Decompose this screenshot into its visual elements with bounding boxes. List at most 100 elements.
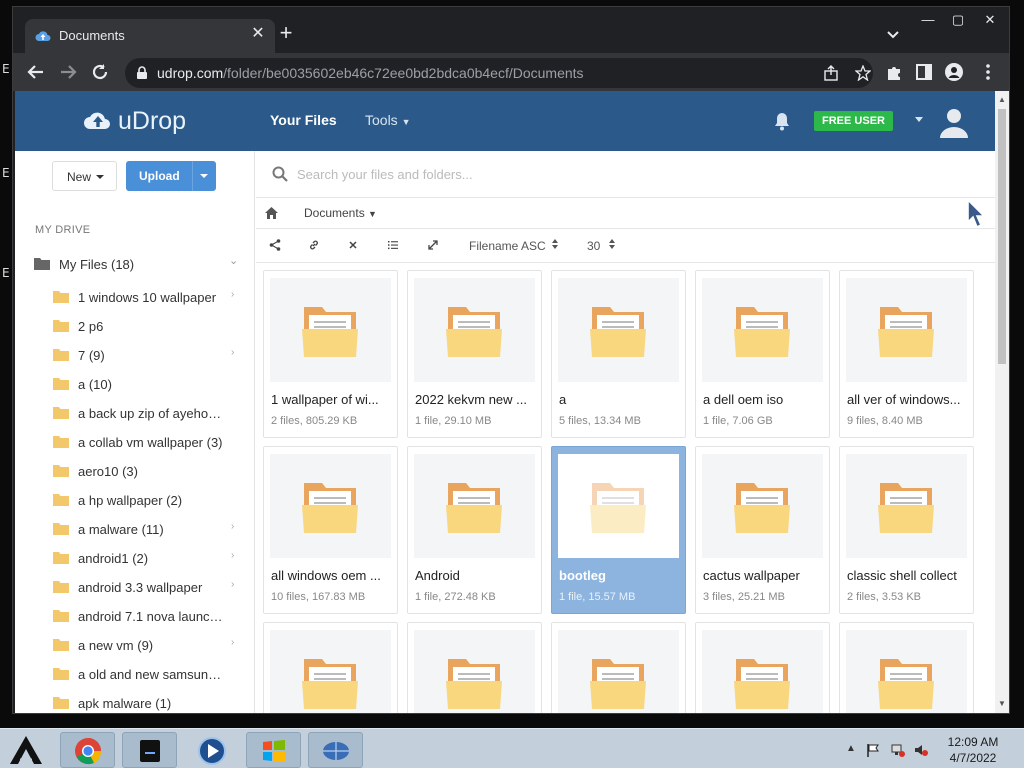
- network-disconnected-icon[interactable]: [891, 743, 905, 757]
- more-menu-icon[interactable]: [979, 63, 997, 81]
- folder-card[interactable]: Android 1 file, 272.48 KB: [407, 446, 542, 614]
- list-view-icon[interactable]: [387, 239, 399, 251]
- sidebar-folder-item[interactable]: apk malware (1): [53, 690, 251, 713]
- sidebar-folder-item[interactable]: a hp wallpaper (2): [53, 487, 251, 513]
- chevron-right-icon[interactable]: ›: [231, 550, 234, 561]
- show-hidden-icons-icon[interactable]: ▲: [846, 743, 860, 757]
- new-button[interactable]: New: [52, 161, 117, 191]
- folder-thumbnail: [270, 630, 391, 713]
- nav-tools[interactable]: Tools ▼: [365, 112, 411, 128]
- site-logo[interactable]: uDrop: [118, 107, 186, 136]
- folder-card[interactable]: 1 wallpaper of wi... 2 files, 805.29 KB: [263, 270, 398, 438]
- page-scrollbar[interactable]: ▲ ▼: [995, 91, 1009, 713]
- sidebar-folder-item[interactable]: a new vm (9) ›: [53, 632, 251, 658]
- upload-split-divider: [192, 161, 193, 191]
- back-arrow-icon[interactable]: [25, 61, 47, 83]
- share-icon[interactable]: [823, 65, 839, 81]
- profile-icon[interactable]: [945, 63, 963, 81]
- side-panel-icon[interactable]: [915, 63, 933, 81]
- taskbar-chrome[interactable]: [60, 732, 115, 768]
- chevron-right-icon[interactable]: ›: [231, 521, 234, 532]
- action-center-flag-icon[interactable]: [866, 743, 880, 757]
- per-page-updown-icon[interactable]: [609, 238, 615, 250]
- bookmark-star-icon[interactable]: [855, 65, 871, 81]
- sidebar-folder-item[interactable]: a collab vm wallpaper (3): [53, 429, 251, 455]
- browser-tab[interactable]: Documents ✕: [25, 19, 275, 53]
- sort-dropdown[interactable]: Filename ASC: [469, 239, 546, 253]
- upload-button-label: Upload: [139, 169, 180, 183]
- minimize-icon[interactable]: —: [913, 9, 943, 31]
- chevron-right-icon[interactable]: ›: [231, 347, 234, 358]
- chevron-down-icon[interactable]: ⌄: [229, 254, 238, 267]
- folder-card[interactable]: classic shell collect 2 files, 3.53 KB: [839, 446, 974, 614]
- forward-arrow-icon[interactable]: [57, 61, 79, 83]
- sidebar-folder-item[interactable]: a malware (11) ›: [53, 516, 251, 542]
- tab-search-chevron-icon[interactable]: [885, 27, 901, 43]
- folder-card-name: classic shell collect: [847, 568, 957, 583]
- url-path: /folder/be0035602eb46c72ee0bd2bdca0b4ecf…: [223, 65, 584, 81]
- folder-card[interactable]: [551, 622, 686, 713]
- folder-card[interactable]: 2022 kekvm new ... 1 file, 29.10 MB: [407, 270, 542, 438]
- home-icon[interactable]: [265, 207, 278, 219]
- folder-card[interactable]: a 5 files, 13.34 MB: [551, 270, 686, 438]
- fullscreen-expand-icon[interactable]: [427, 239, 439, 251]
- scrollbar-thumb[interactable]: [998, 109, 1006, 364]
- taskbar-drive-app[interactable]: [122, 732, 177, 768]
- sidebar-folder-item[interactable]: android1 (2) ›: [53, 545, 251, 571]
- folder-card[interactable]: all windows oem ... 10 files, 167.83 MB: [263, 446, 398, 614]
- tree-root-my-files[interactable]: My Files (18) ⌄: [33, 254, 247, 274]
- sidebar-folder-item[interactable]: a (10): [53, 371, 251, 397]
- close-icon[interactable]: [347, 239, 359, 251]
- new-tab-button[interactable]: +: [275, 22, 297, 45]
- taskbar-network-app[interactable]: [308, 732, 363, 768]
- folder-card[interactable]: cactus wallpaper 3 files, 25.21 MB: [695, 446, 830, 614]
- start-button-logo-icon[interactable]: [6, 732, 46, 768]
- link-icon[interactable]: [308, 239, 320, 251]
- sidebar-folder-item[interactable]: 7 (9) ›: [53, 342, 251, 368]
- sidebar-folder-item[interactable]: android 3.3 wallpaper ›: [53, 574, 251, 600]
- nav-your-files[interactable]: Your Files: [270, 112, 337, 128]
- avatar[interactable]: [937, 105, 971, 139]
- folder-card[interactable]: [263, 622, 398, 713]
- extensions-puzzle-icon[interactable]: [885, 63, 903, 81]
- sidebar-folder-item[interactable]: 2 p6: [53, 313, 251, 339]
- sidebar-folder-item[interactable]: a old and new samsung d: [53, 661, 251, 687]
- volume-muted-icon[interactable]: [914, 743, 928, 757]
- sidebar-folder-item[interactable]: a back up zip of ayehosting: [53, 400, 251, 426]
- free-user-badge[interactable]: FREE USER: [814, 111, 893, 131]
- chevron-right-icon[interactable]: ›: [231, 637, 234, 648]
- breadcrumb-current-folder[interactable]: Documents ▼: [304, 206, 377, 220]
- upload-options-caret-icon[interactable]: [200, 174, 208, 178]
- sidebar-folder-item[interactable]: aero10 (3): [53, 458, 251, 484]
- close-tab-icon[interactable]: ✕: [249, 25, 267, 43]
- sidebar-folder-label: a malware (11): [78, 522, 164, 537]
- folder-card[interactable]: all ver of windows... 9 files, 8.40 MB: [839, 270, 974, 438]
- address-bar[interactable]: udrop.com/folder/be0035602eb46c72ee0bd2b…: [125, 58, 873, 88]
- cloud-upload-icon[interactable]: [83, 107, 113, 133]
- lock-icon[interactable]: [135, 66, 149, 80]
- folder-card[interactable]: [695, 622, 830, 713]
- sidebar-folder-item[interactable]: android 7.1 nova launcher: [53, 603, 251, 629]
- search-input[interactable]: [297, 164, 697, 184]
- folder-card[interactable]: [407, 622, 542, 713]
- system-clock[interactable]: 12:09 AM 4/7/2022: [940, 734, 1006, 766]
- sort-updown-icon[interactable]: [552, 238, 558, 250]
- taskbar-media-player[interactable]: [184, 732, 239, 768]
- upload-button[interactable]: Upload: [126, 161, 216, 191]
- bell-icon[interactable]: [773, 111, 791, 131]
- share-icon[interactable]: [269, 239, 281, 251]
- chevron-right-icon[interactable]: ›: [231, 579, 234, 590]
- folder-card[interactable]: bootleg 1 file, 15.57 MB: [551, 446, 686, 614]
- folder-card[interactable]: a dell oem iso 1 file, 7.06 GB: [695, 270, 830, 438]
- reload-icon[interactable]: [89, 61, 111, 83]
- taskbar-explorer[interactable]: [246, 732, 301, 768]
- user-menu-caret-icon[interactable]: [915, 117, 923, 122]
- close-window-icon[interactable]: ✕: [975, 9, 1005, 31]
- scroll-down-icon[interactable]: ▼: [997, 699, 1007, 709]
- sidebar-folder-item[interactable]: 1 windows 10 wallpaper ›: [53, 284, 251, 310]
- per-page-dropdown[interactable]: 30: [587, 239, 600, 253]
- folder-card[interactable]: [839, 622, 974, 713]
- maximize-icon[interactable]: ▢: [943, 9, 973, 31]
- chevron-right-icon[interactable]: ›: [231, 289, 234, 300]
- scroll-up-icon[interactable]: ▲: [997, 95, 1007, 105]
